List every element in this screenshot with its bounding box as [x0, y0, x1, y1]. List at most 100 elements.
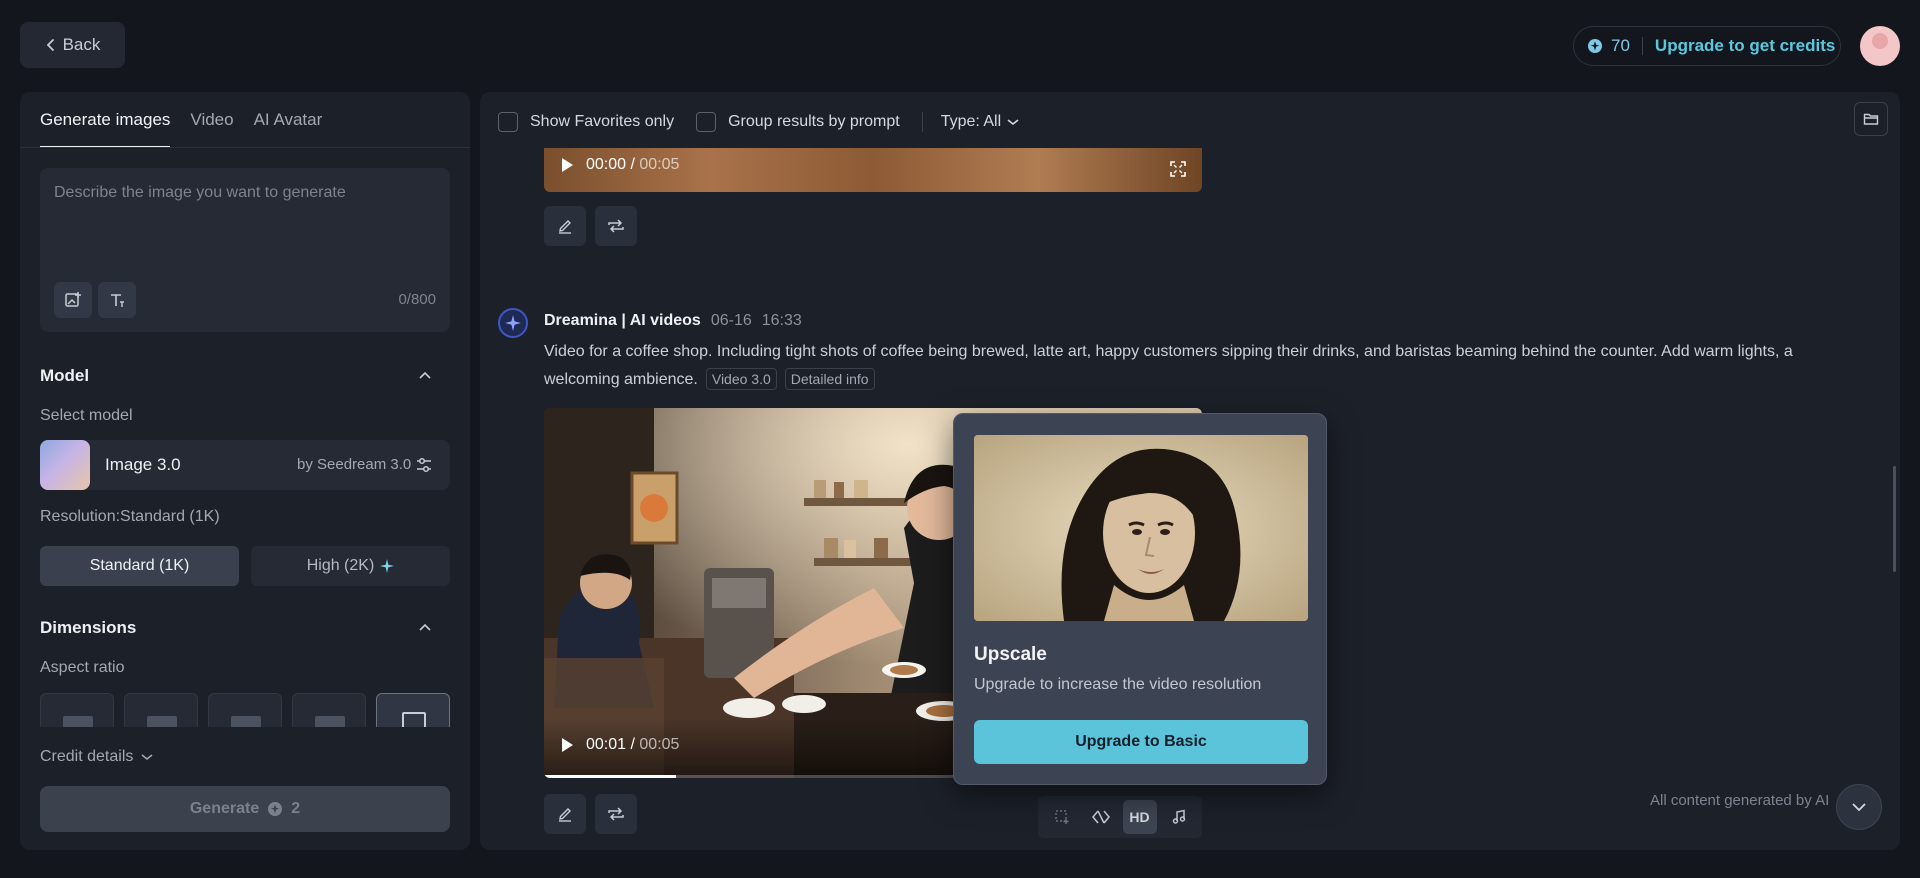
aspect-ratio-option[interactable]	[40, 693, 114, 727]
aspect-ratio-option-selected[interactable]	[376, 693, 450, 727]
music-note-icon	[1171, 809, 1187, 825]
dimensions-section-title: Dimensions	[40, 618, 137, 637]
settings-sliders-icon[interactable]	[415, 456, 433, 474]
frame-plus-icon	[1054, 809, 1070, 825]
chevron-left-icon	[45, 38, 57, 52]
reference-image-button[interactable]	[54, 282, 92, 318]
group-by-prompt-filter[interactable]: Group results by prompt	[696, 112, 900, 132]
aspect-ratio-option[interactable]	[124, 693, 198, 727]
credit-details-label: Credit details	[40, 748, 134, 765]
add-sound-button[interactable]	[1162, 800, 1196, 834]
model-name: Image 3.0	[105, 455, 181, 474]
detailed-info-tag[interactable]: Detailed info	[784, 368, 875, 390]
user-avatar[interactable]	[1860, 26, 1900, 66]
aspect-ratio-label: Aspect ratio	[40, 659, 125, 676]
time-separator: /	[630, 156, 635, 173]
video-current-time: 00:00	[586, 156, 627, 173]
extend-video-button[interactable]	[1045, 800, 1079, 834]
play-icon[interactable]	[560, 737, 574, 753]
generate-label: Generate	[189, 800, 260, 817]
type-filter-label: Type: All	[940, 113, 1002, 130]
scroll-down-button[interactable]	[1836, 784, 1882, 830]
resolution-high-label: High (2K)	[306, 557, 375, 574]
upgrade-to-basic-button[interactable]: Upgrade to Basic	[974, 720, 1308, 764]
model-provider: by Seedream 3.0	[297, 456, 412, 473]
upscale-title: Upscale	[974, 644, 1047, 665]
mode-tabs: Generate images Video AI Avatar	[40, 110, 322, 148]
video-controls: 00:00 / 00:05	[560, 156, 679, 174]
tab-video[interactable]: Video	[190, 110, 233, 148]
interpolate-button[interactable]	[1084, 800, 1118, 834]
edit-button[interactable]	[544, 794, 586, 834]
text-style-button[interactable]	[98, 282, 136, 318]
favorites-checkbox[interactable]	[498, 112, 518, 132]
time-separator: /	[630, 736, 635, 753]
fullscreen-icon[interactable]	[1170, 161, 1186, 177]
select-model-label: Select model	[40, 407, 133, 424]
aspect-ratio-options	[40, 693, 450, 727]
video-progress-fill	[544, 775, 676, 778]
folder-button[interactable]	[1854, 102, 1888, 136]
ratio-shape-icon	[147, 716, 177, 727]
ratio-shape-icon	[315, 716, 345, 727]
prompt-input[interactable]	[54, 184, 434, 254]
video-duration: 00:05	[639, 736, 680, 753]
resolution-standard-label: Standard (1K)	[89, 557, 190, 574]
credit-coin-icon	[267, 801, 283, 817]
tab-ai-avatar[interactable]: AI Avatar	[254, 110, 323, 148]
diamond-icon	[1091, 809, 1110, 825]
upscale-hd-button[interactable]: HD	[1122, 800, 1157, 834]
generation-prompt: Video for a coffee shop. Including tight…	[544, 338, 1834, 394]
model-tag[interactable]: Video 3.0	[705, 368, 777, 390]
regenerate-button[interactable]	[595, 794, 637, 834]
play-icon[interactable]	[560, 157, 574, 173]
generate-panel: Generate images Video AI Avatar 0/800 Mo…	[20, 92, 470, 850]
chevron-down-icon	[1851, 802, 1867, 812]
repeat-icon	[607, 218, 625, 234]
pencil-icon	[557, 806, 573, 822]
upscale-preview-image	[974, 435, 1308, 621]
folder-icon	[1863, 112, 1879, 126]
aspect-ratio-option[interactable]	[292, 693, 366, 727]
model-selector[interactable]: Image 3.0 by Seedream 3.0	[40, 440, 450, 490]
tabs-divider	[20, 147, 470, 148]
edit-button[interactable]	[544, 206, 586, 246]
credits-count: 70	[1611, 36, 1630, 55]
prompt-box: 0/800	[40, 168, 450, 332]
upgrade-credits-link[interactable]: Upgrade to get credits	[1655, 36, 1835, 56]
group-by-prompt-checkbox[interactable]	[696, 112, 717, 132]
pencil-icon	[557, 218, 573, 234]
divider	[921, 112, 923, 132]
results-toolbar: Show Favorites only Group results by pro…	[498, 110, 1019, 134]
hd-label: HD	[1129, 809, 1150, 825]
char-count: 0/800	[398, 291, 436, 308]
back-button[interactable]: Back	[20, 22, 125, 68]
type-filter-dropdown[interactable]: Type: All	[941, 113, 1019, 131]
resolution-high-button[interactable]: High (2K)	[251, 546, 450, 586]
credits-pill[interactable]: 70 Upgrade to get credits	[1573, 26, 1841, 66]
aspect-ratio-option[interactable]	[208, 693, 282, 727]
resolution-standard-button[interactable]: Standard (1K)	[40, 546, 239, 586]
generate-button[interactable]: Generate 2	[40, 786, 450, 832]
resolution-label: Resolution:Standard (1K)	[40, 508, 220, 525]
regenerate-button[interactable]	[595, 206, 637, 246]
credit-details-toggle[interactable]: Credit details	[40, 748, 153, 766]
ratio-shape-icon	[231, 716, 261, 727]
tab-generate-images[interactable]: Generate images	[40, 110, 171, 148]
text-icon	[108, 291, 126, 309]
scrollbar[interactable]	[1893, 466, 1896, 572]
chevron-down-icon	[1007, 118, 1019, 126]
ratio-shape-icon	[63, 716, 93, 727]
model-section-title: Model	[40, 366, 90, 385]
image-add-icon	[64, 291, 82, 309]
generation-time: 16:33	[761, 312, 802, 329]
chevron-up-icon[interactable]	[418, 370, 432, 380]
favorites-filter[interactable]: Show Favorites only	[498, 112, 674, 132]
video-player[interactable]: 00:00 / 00:05	[544, 148, 1202, 192]
generation-date: 06-16	[710, 312, 752, 329]
generate-cost: 2	[291, 800, 301, 817]
generation-source: Dreamina | AI videos	[544, 312, 701, 329]
upscale-description: Upgrade to increase the video resolution	[974, 676, 1262, 693]
chevron-up-icon[interactable]	[418, 622, 432, 632]
favorites-label: Show Favorites only	[530, 113, 675, 130]
